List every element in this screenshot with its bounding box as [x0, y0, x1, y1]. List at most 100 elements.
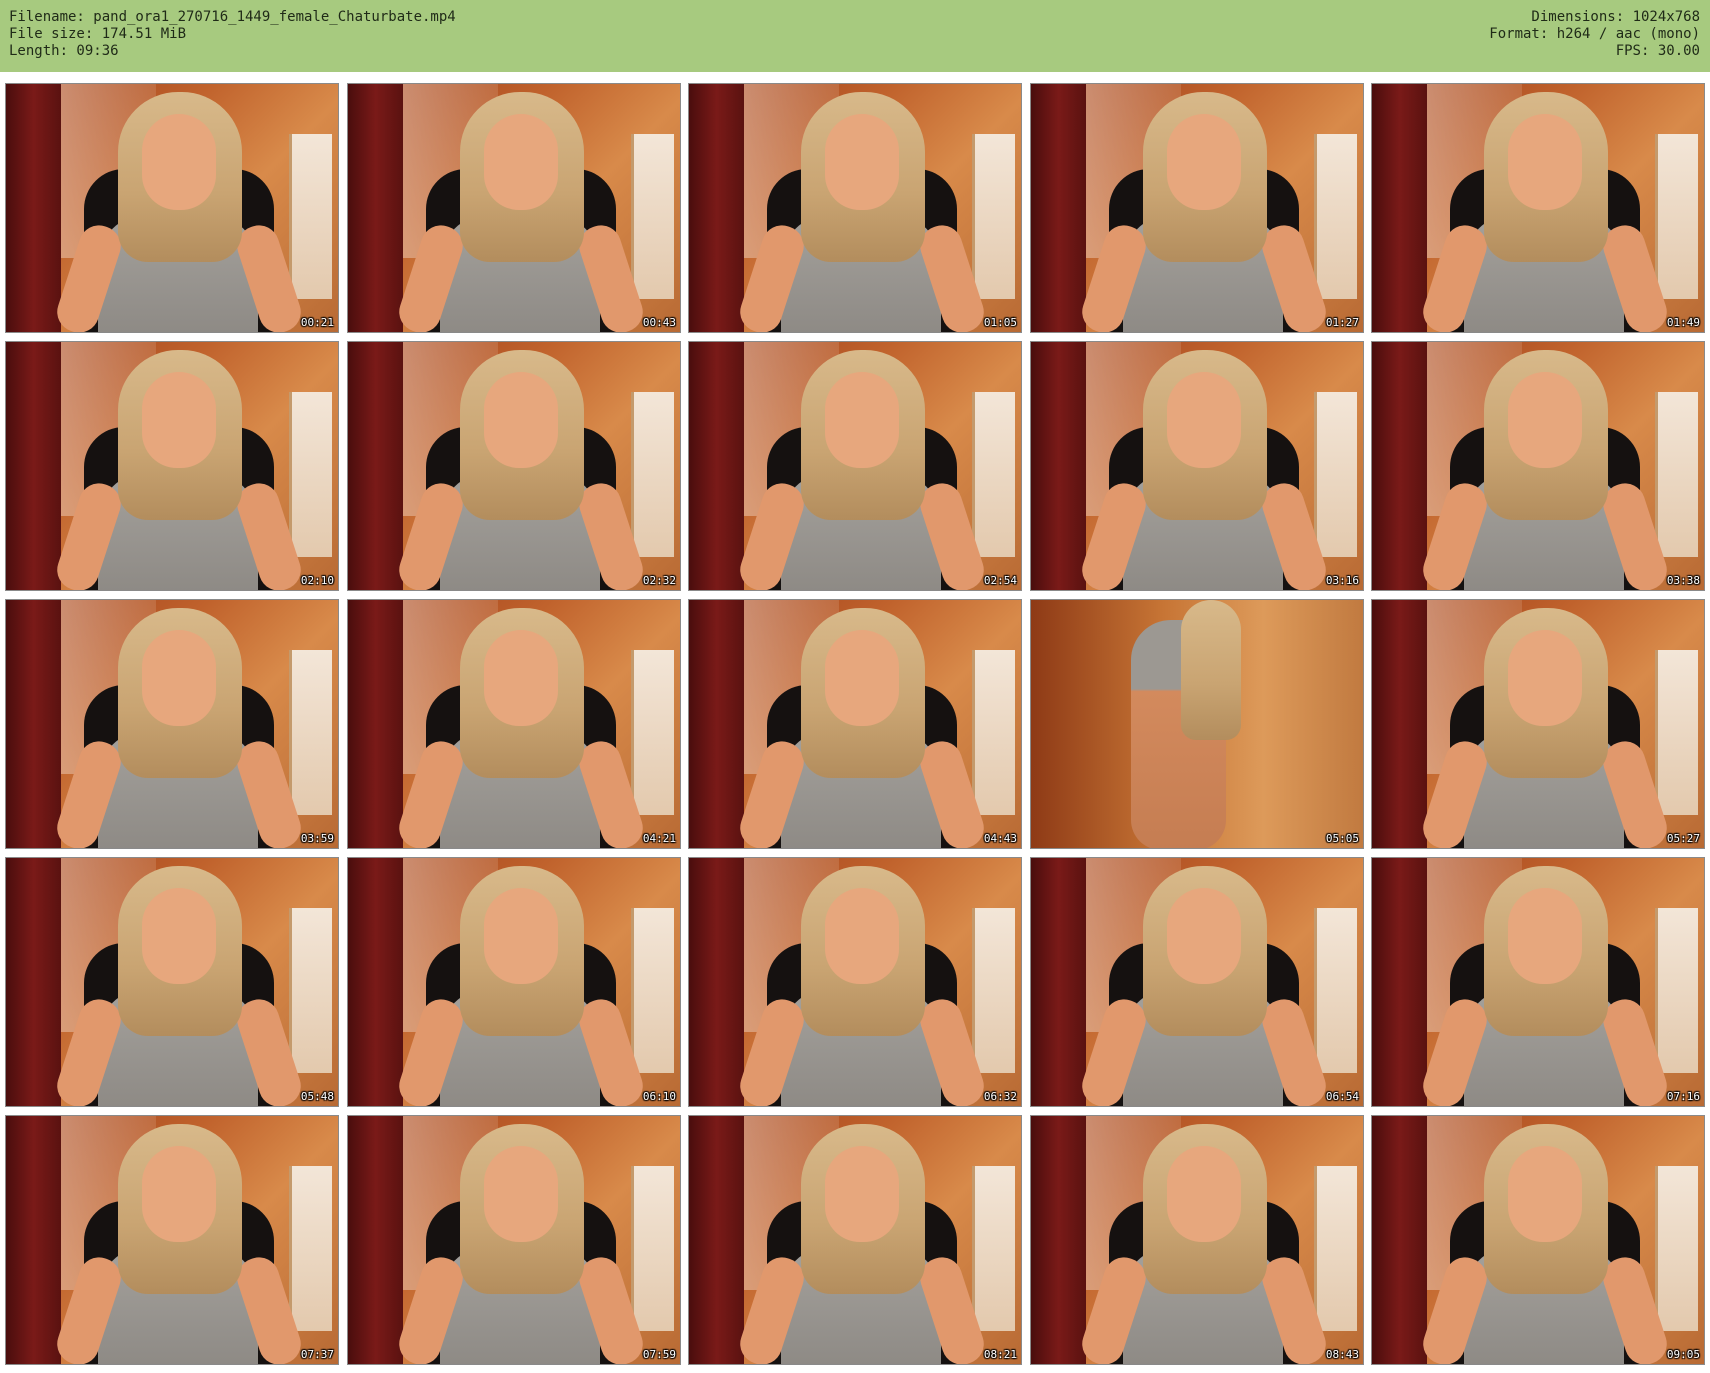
frame-image	[348, 600, 680, 848]
thumbnail-timestamp: 01:27	[1325, 316, 1359, 329]
thumbnail-timestamp: 03:16	[1325, 574, 1359, 587]
frame-easel	[1314, 908, 1357, 1073]
frame-face	[1508, 888, 1582, 984]
video-thumbnail[interactable]: 06:32	[688, 857, 1022, 1107]
video-thumbnail[interactable]: 01:05	[688, 83, 1022, 333]
frame-face	[484, 372, 558, 468]
frame-easel	[631, 134, 674, 299]
frame-curtain	[1372, 1116, 1427, 1364]
video-thumbnail[interactable]: 07:59	[347, 1115, 681, 1365]
frame-face	[484, 1146, 558, 1242]
frame-easel	[289, 650, 332, 815]
frame-face	[1167, 372, 1241, 468]
video-thumbnail[interactable]: 03:16	[1030, 341, 1364, 591]
frame-image	[6, 600, 338, 848]
frame-curtain	[689, 858, 744, 1106]
thumbnail-timestamp: 06:32	[983, 1090, 1017, 1103]
thumbnail-timestamp: 00:43	[642, 316, 676, 329]
frame-face	[1508, 114, 1582, 210]
frame-image	[689, 1116, 1021, 1364]
frame-curtain	[689, 600, 744, 848]
frame-image	[1031, 342, 1363, 590]
video-thumbnail[interactable]: 08:43	[1030, 1115, 1364, 1365]
thumbnail-timestamp: 09:05	[1666, 1348, 1700, 1361]
frame-image	[1372, 1116, 1704, 1364]
frame-face	[142, 888, 216, 984]
frame-face	[142, 114, 216, 210]
frame-curtain	[1372, 84, 1427, 332]
video-thumbnail[interactable]: 00:43	[347, 83, 681, 333]
frame-easel	[1655, 1166, 1698, 1331]
thumbnail-grid: 00:21 00:43 01:05 01:27 01:49 02:10 02:32 02:54…	[0, 0, 1710, 1373]
frame-curtain	[348, 342, 403, 590]
frame-image	[1031, 858, 1363, 1106]
frame-curtain	[6, 1116, 61, 1364]
frame-hair	[1181, 600, 1241, 740]
frame-easel	[631, 650, 674, 815]
frame-easel	[1314, 134, 1357, 299]
video-thumbnail[interactable]: 04:43	[688, 599, 1022, 849]
frame-curtain	[6, 600, 61, 848]
video-thumbnail[interactable]: 04:21	[347, 599, 681, 849]
frame-easel	[1314, 1166, 1357, 1331]
frame-curtain	[689, 1116, 744, 1364]
frame-face	[1508, 1146, 1582, 1242]
frame-curtain	[6, 84, 61, 332]
video-thumbnail[interactable]: 08:21	[688, 1115, 1022, 1365]
video-thumbnail[interactable]: 09:05	[1371, 1115, 1705, 1365]
frame-easel	[1655, 908, 1698, 1073]
frame-easel	[972, 134, 1015, 299]
frame-image	[689, 600, 1021, 848]
frame-curtain	[1372, 342, 1427, 590]
frame-face	[484, 114, 558, 210]
frame-image	[1372, 858, 1704, 1106]
frame-image	[6, 342, 338, 590]
frame-curtain	[689, 84, 744, 332]
video-thumbnail[interactable]: 01:27	[1030, 83, 1364, 333]
frame-easel	[289, 1166, 332, 1331]
video-thumbnail[interactable]: 07:16	[1371, 857, 1705, 1107]
video-thumbnail[interactable]: 03:59	[5, 599, 339, 849]
thumbnail-timestamp: 00:21	[300, 316, 334, 329]
frame-curtain	[6, 858, 61, 1106]
video-thumbnail[interactable]: 06:54	[1030, 857, 1364, 1107]
frame-curtain	[1031, 1116, 1086, 1364]
thumbnail-timestamp: 07:59	[642, 1348, 676, 1361]
video-thumbnail[interactable]: 02:54	[688, 341, 1022, 591]
frame-easel	[631, 1166, 674, 1331]
frame-curtain	[348, 84, 403, 332]
frame-easel	[972, 1166, 1015, 1331]
frame-image	[1031, 84, 1363, 332]
video-thumbnail[interactable]: 05:48	[5, 857, 339, 1107]
video-thumbnail[interactable]: 05:05	[1030, 599, 1364, 849]
thumbnail-timestamp: 04:43	[983, 832, 1017, 845]
video-thumbnail[interactable]: 07:37	[5, 1115, 339, 1365]
thumbnail-timestamp: 01:49	[1666, 316, 1700, 329]
frame-image	[6, 1116, 338, 1364]
frame-face	[825, 888, 899, 984]
frame-image	[348, 342, 680, 590]
frame-face	[1508, 372, 1582, 468]
video-thumbnail[interactable]: 06:10	[347, 857, 681, 1107]
thumbnail-timestamp: 02:10	[300, 574, 334, 587]
frame-easel	[972, 908, 1015, 1073]
thumbnail-timestamp: 04:21	[642, 832, 676, 845]
frame-face	[1508, 630, 1582, 726]
frame-curtain	[348, 858, 403, 1106]
video-thumbnail[interactable]: 03:38	[1371, 341, 1705, 591]
thumbnail-timestamp: 05:27	[1666, 832, 1700, 845]
video-thumbnail[interactable]: 01:49	[1371, 83, 1705, 333]
frame-easel	[631, 908, 674, 1073]
frame-image	[689, 858, 1021, 1106]
thumbnail-timestamp: 05:05	[1325, 832, 1359, 845]
frame-image	[1372, 600, 1704, 848]
video-thumbnail[interactable]: 02:32	[347, 341, 681, 591]
video-thumbnail[interactable]: 02:10	[5, 341, 339, 591]
video-thumbnail[interactable]: 05:27	[1371, 599, 1705, 849]
video-thumbnail[interactable]: 00:21	[5, 83, 339, 333]
thumbnail-timestamp: 02:32	[642, 574, 676, 587]
thumbnail-timestamp: 03:38	[1666, 574, 1700, 587]
frame-curtain	[689, 342, 744, 590]
frame-easel	[1314, 392, 1357, 557]
frame-easel	[289, 392, 332, 557]
